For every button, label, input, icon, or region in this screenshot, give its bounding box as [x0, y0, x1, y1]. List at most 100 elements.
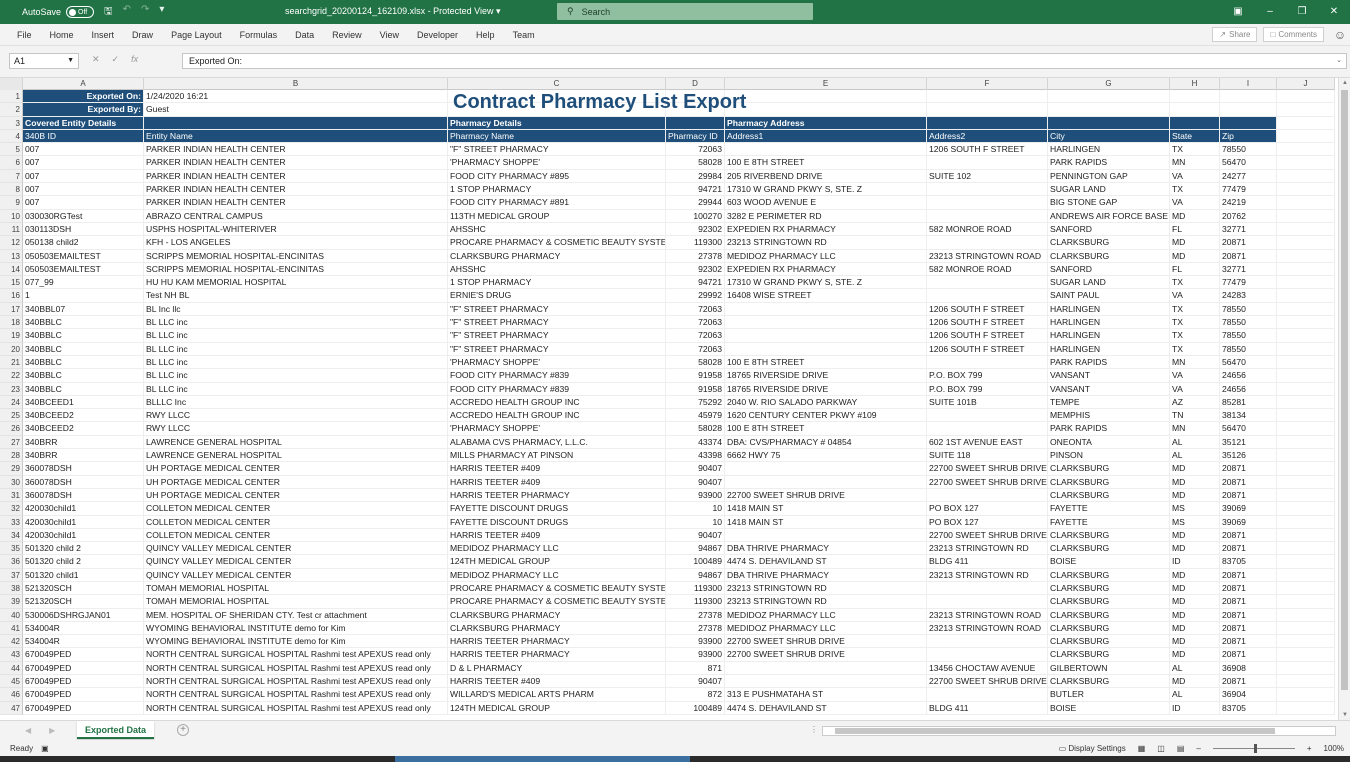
cell[interactable]: 340BBLC	[23, 329, 144, 343]
cell[interactable]: QUINCY VALLEY MEDICAL CENTER	[144, 542, 448, 556]
cell[interactable]: 23213 STRINGTOWN RD	[927, 542, 1048, 556]
cell[interactable]: HARRIS TEETER #409	[448, 462, 666, 476]
cell[interactable]: BL LLC inc	[144, 382, 448, 396]
cell[interactable]: MILLS PHARMACY AT PINSON	[448, 449, 666, 463]
cell[interactable]: MD	[1170, 209, 1220, 223]
cell[interactable]: 100489	[666, 701, 725, 715]
cell[interactable]	[1277, 661, 1335, 676]
cell[interactable]	[666, 116, 725, 130]
row-number[interactable]: 22	[0, 369, 23, 383]
cell[interactable]: 72063	[666, 302, 725, 317]
redo-icon[interactable]: ↷	[141, 4, 149, 21]
cell[interactable]: CLARKSBURG PHARMACY	[448, 608, 666, 622]
cell[interactable]: 43398	[666, 449, 725, 463]
tab-team[interactable]: Team	[504, 30, 544, 40]
tab-file[interactable]: File	[8, 30, 41, 40]
cell[interactable]: 872	[666, 688, 725, 702]
cell[interactable]: 29992	[666, 289, 725, 303]
horizontal-scrollbar[interactable]	[822, 726, 1336, 736]
cell[interactable]: 24283	[1220, 289, 1277, 303]
cell[interactable]: 23213 STRINGTOWN ROAD	[927, 249, 1048, 263]
column-header-f[interactable]: F	[927, 78, 1048, 90]
cell[interactable]: 340BBLC	[23, 316, 144, 330]
cell[interactable]	[725, 302, 927, 317]
spreadsheet-grid[interactable]: ABCDEFGHIJ 1 Exported On: 1/24/2020 16:21 2…	[0, 78, 1338, 720]
cell[interactable]: MEDIDOZ PHARMACY LLC	[725, 621, 927, 636]
cell[interactable]: 360078DSH	[23, 462, 144, 476]
cell[interactable]	[1277, 422, 1335, 436]
cell[interactable]: 20871	[1220, 528, 1277, 543]
cell[interactable]	[927, 116, 1048, 130]
cell[interactable]: 27378	[666, 621, 725, 636]
cell[interactable]: TX	[1170, 329, 1220, 343]
cell[interactable]: QUINCY VALLEY MEDICAL CENTER	[144, 568, 448, 582]
cell[interactable]: DBA THRIVE PHARMACY	[725, 542, 927, 556]
cell[interactable]: 36908	[1220, 661, 1277, 676]
cell[interactable]: PENNINGTON GAP	[1048, 169, 1170, 184]
cell[interactable]: 83705	[1220, 701, 1277, 715]
cell[interactable]: 92302	[666, 222, 725, 237]
cell[interactable]	[927, 276, 1048, 290]
cell[interactable]: WILLARD'S MEDICAL ARTS PHARM	[448, 688, 666, 702]
cell[interactable]: NORTH CENTRAL SURGICAL HOSPITAL Rashmi t…	[144, 661, 448, 676]
cell[interactable]: 78550	[1220, 316, 1277, 330]
cell[interactable]: 23213 STRINGTOWN ROAD	[927, 608, 1048, 622]
cell[interactable]: 90407	[666, 675, 725, 689]
cell[interactable]: HARLINGEN	[1048, 316, 1170, 330]
cell[interactable]	[1277, 621, 1335, 636]
cell[interactable]: CLARKSBURG	[1048, 621, 1170, 636]
cell[interactable]	[1277, 555, 1335, 569]
row-number[interactable]: 8	[0, 183, 23, 197]
row-number[interactable]: 36	[0, 555, 23, 569]
cell[interactable]: SANFORD	[1048, 222, 1170, 237]
cell[interactable]	[927, 409, 1048, 423]
name-box[interactable]: A1 ▼	[9, 53, 79, 69]
normal-view-icon[interactable]: ▦	[1138, 744, 1146, 753]
cell[interactable]	[1277, 528, 1335, 543]
cell[interactable]: 39069	[1220, 515, 1277, 529]
cell[interactable]: CLARKSBURG	[1048, 581, 1170, 596]
cell[interactable]	[1048, 90, 1170, 104]
cell[interactable]: 32771	[1220, 222, 1277, 237]
cell[interactable]	[725, 661, 927, 676]
cell[interactable]	[725, 329, 927, 343]
row-number[interactable]: 46	[0, 688, 23, 702]
cell[interactable]: 43374	[666, 435, 725, 450]
cell[interactable]: 13456 CHOCTAW AVENUE	[927, 661, 1048, 676]
minimize-icon[interactable]: –	[1254, 0, 1286, 24]
cell[interactable]: ANDREWS AIR FORCE BASE	[1048, 209, 1170, 223]
cell[interactable]: BL LLC inc	[144, 342, 448, 356]
cell[interactable]	[725, 675, 927, 689]
cell[interactable]: 22700 SWEET SHRUB DRIVE	[725, 635, 927, 649]
cell[interactable]: State	[1170, 129, 1220, 144]
cell[interactable]: QUINCY VALLEY MEDICAL CENTER	[144, 555, 448, 569]
cell[interactable]: 007	[23, 156, 144, 170]
cell[interactable]	[1277, 236, 1335, 250]
cell[interactable]	[1277, 475, 1335, 489]
cell[interactable]: 72063	[666, 316, 725, 330]
cell[interactable]	[1277, 449, 1335, 463]
cell[interactable]: PARKER INDIAN HEALTH CENTER	[144, 169, 448, 184]
cell[interactable]: ID	[1170, 701, 1220, 715]
cell[interactable]: PARKER INDIAN HEALTH CENTER	[144, 183, 448, 197]
row-number[interactable]: 23	[0, 382, 23, 396]
cell[interactable]: BLDG 411	[927, 701, 1048, 715]
cell[interactable]: 18765 RIVERSIDE DRIVE	[725, 382, 927, 396]
cell[interactable]: "F" STREET PHARMACY	[448, 342, 666, 356]
row-number[interactable]: 3	[0, 116, 23, 130]
cell[interactable]: MEM. HOSPITAL OF SHERIDAN CTY. Test cr a…	[144, 608, 448, 622]
autosave-toggle[interactable]: Off	[66, 6, 95, 18]
cell[interactable]: BL LLC inc	[144, 316, 448, 330]
cell[interactable]	[927, 183, 1048, 197]
cell[interactable]: 340BBL07	[23, 302, 144, 317]
cell[interactable]: TOMAH MEMORIAL HOSPITAL	[144, 581, 448, 596]
display-settings[interactable]: ▭ Display Settings	[1059, 744, 1126, 753]
row-number[interactable]: 30	[0, 475, 23, 489]
cell[interactable]: TN	[1170, 409, 1220, 423]
function-icon[interactable]: fx	[131, 54, 138, 65]
cell[interactable]: PO BOX 127	[927, 515, 1048, 529]
cell[interactable]: 2040 W. RIO SALADO PARKWAY	[725, 395, 927, 410]
cell[interactable]: AZ	[1170, 395, 1220, 410]
cell[interactable]: 23213 STRINGTOWN RD	[725, 581, 927, 596]
search-box[interactable]: ⚲ Search	[557, 3, 813, 20]
